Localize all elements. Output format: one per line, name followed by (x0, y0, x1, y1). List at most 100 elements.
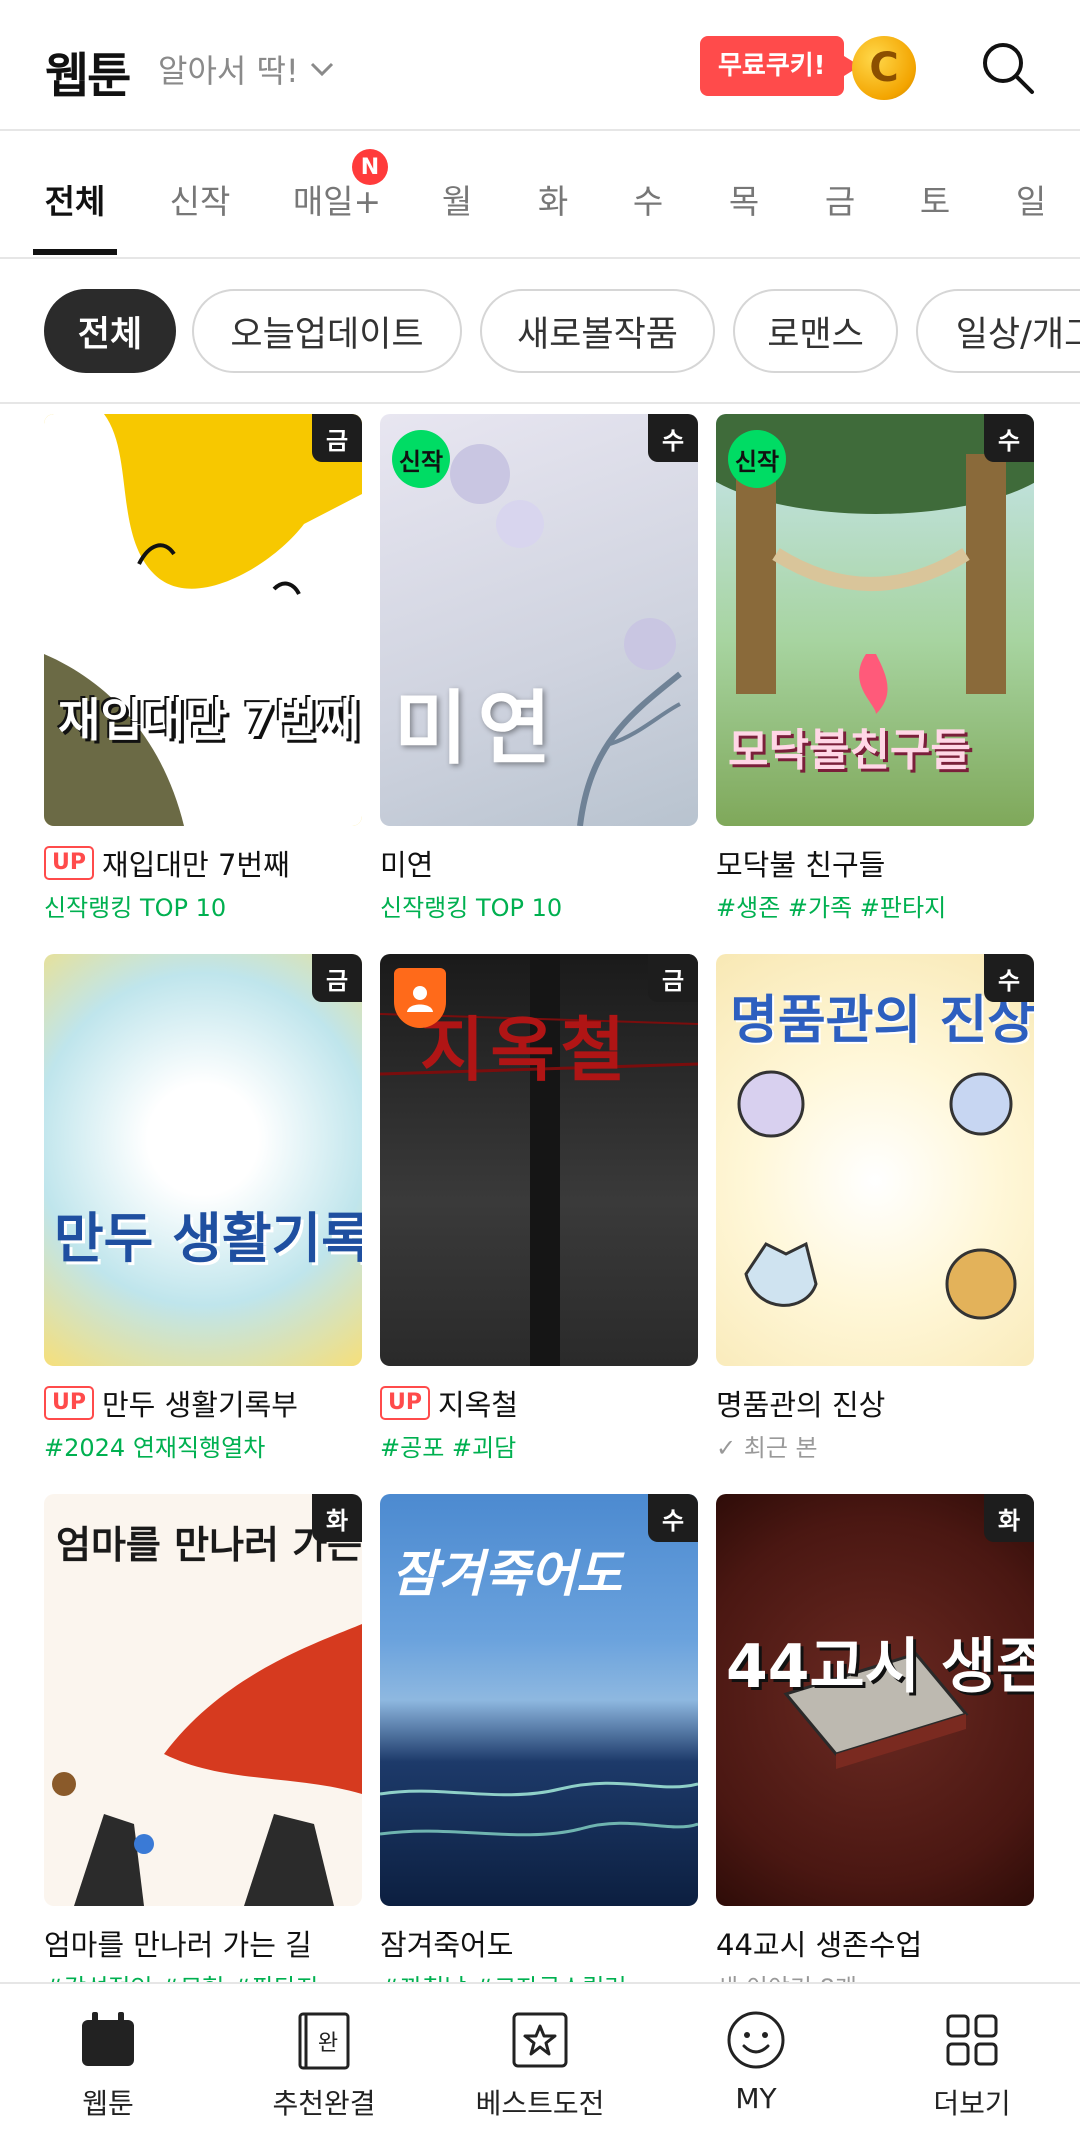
up-badge: UP (44, 846, 94, 880)
day-tag: 수 (984, 414, 1034, 462)
title-row: 엄마를 만나러 가는 길 (44, 1924, 362, 1962)
title-row: UP 만두 생활기록부 (44, 1384, 362, 1422)
nav-webtoon[interactable]: 웹툰 (0, 1984, 216, 2142)
up-badge: UP (44, 1386, 94, 1420)
chip-daily-comedy[interactable]: 일상/개그 (916, 289, 1080, 373)
tab-sunday[interactable]: 일 (1016, 175, 1046, 223)
day-tag: 금 (312, 954, 362, 1002)
thumbnail-title: 미연 (394, 682, 562, 775)
thumbnail-title: 재입대만 7번째 (58, 693, 360, 747)
chip-all[interactable]: 전체 (44, 289, 176, 373)
webtoon-title: 재입대만 7번째 (102, 848, 290, 882)
app-logo[interactable]: 웹툰 (45, 36, 131, 106)
check-icon: ✓ (716, 1434, 744, 1462)
title-row: 미연 (380, 844, 698, 882)
webtoon-card[interactable]: 모닥불친구들 신작 수 모닥불 친구들 #생존 #가족 #판타지 (716, 414, 1034, 923)
tab-wednesday[interactable]: 수 (633, 175, 663, 223)
recently-viewed-label: ✓ 최근 본 (716, 1428, 1034, 1463)
webtoon-thumbnail[interactable]: 만두 생활기록부 금 (44, 954, 362, 1366)
genre-filter-chips: 전체 오늘업데이트 새로볼작품 로맨스 일상/개그 (0, 259, 1080, 404)
chip-new-to-watch[interactable]: 새로볼작품 (480, 289, 715, 373)
search-icon[interactable] (978, 38, 1038, 98)
title-row: 잠겨죽어도 (380, 1924, 698, 1962)
nav-label: MY (735, 2082, 777, 2115)
nav-best-challenge[interactable]: 베스트도전 (432, 1984, 648, 2142)
webtoon-title: 만두 생활기록부 (102, 1388, 298, 1422)
webtoon-card[interactable]: 미연 신작 수 미연 신작랭킹 TOP 10 (380, 414, 698, 923)
mode-label: 알아서 딱! (158, 52, 299, 90)
webtoon-title: 엄마를 만나러 가는 길 (44, 1928, 312, 1962)
day-tabs: 전체 신작 매일+ N 월 화 수 목 금 토 일 (0, 131, 1080, 259)
webtoon-subtitle: #공포 #괴담 (380, 1434, 517, 1462)
tab-saturday[interactable]: 토 (920, 175, 950, 223)
tab-monday[interactable]: 월 (442, 175, 472, 223)
nav-label: 추천완결 (272, 2087, 376, 2120)
webtoon-title: 44교시 생존수업 (716, 1928, 923, 1962)
day-tag: 금 (648, 954, 698, 1002)
webtoon-title: 모닥불 친구들 (716, 848, 886, 882)
nav-my[interactable]: MY (648, 1984, 864, 2142)
nav-label: 더보기 (933, 2087, 1011, 2120)
webtoon-card[interactable]: 지옥철 금 UP 지옥철 #공포 #괴담 (380, 954, 698, 1463)
chip-today-update[interactable]: 오늘업데이트 (192, 289, 462, 373)
recommend-mode-dropdown[interactable]: 알아서 딱! (158, 46, 337, 92)
chevron-down-icon (310, 62, 333, 77)
webtoon-thumbnail[interactable]: 재입대만 7번째 금 (44, 414, 362, 826)
webtoon-thumbnail[interactable]: 지옥철 금 (380, 954, 698, 1366)
webtoon-card[interactable]: 명품관의 진상 수 명품관의 진상 ✓ 최근 본 (716, 954, 1034, 1463)
nav-label: 베스트도전 (475, 2087, 605, 2120)
webtoon-title: 지옥철 (438, 1388, 519, 1422)
tab-tuesday[interactable]: 화 (538, 175, 568, 223)
webtoon-thumbnail[interactable]: 잠겨죽어도 수 (380, 1494, 698, 1906)
day-tag: 화 (312, 1494, 362, 1542)
webtoon-subtitle: 최근 본 (743, 1434, 818, 1462)
age-restricted-icon (394, 968, 446, 1028)
day-tag: 수 (648, 414, 698, 462)
webtoon-card[interactable]: 44교시 생존수업 화 44교시 생존수업 새 이야기 8개 (716, 1494, 1034, 2003)
smile-icon (727, 2011, 785, 2069)
app-header: 웹툰 알아서 딱! 무료쿠키! C (0, 0, 1080, 131)
webtoon-card[interactable]: 엄마를 만나러 가는 길 화 엄마를 만나러 가는 길 #감성적인 #모험 #판… (44, 1494, 362, 2003)
tab-new[interactable]: 신작 (170, 175, 231, 223)
nav-more[interactable]: 더보기 (864, 1984, 1080, 2142)
chip-romance[interactable]: 로맨스 (733, 289, 898, 373)
thumbnail-art (44, 414, 362, 826)
calendar-icon (82, 2012, 134, 2066)
svg-text:완: 완 (318, 2031, 338, 2056)
new-series-tag: 신작 (728, 430, 786, 488)
title-row: 명품관의 진상 (716, 1384, 1034, 1422)
webtoon-subtitle: #생존 #가족 #판타지 (716, 894, 947, 922)
cookie-icon[interactable]: C (852, 36, 916, 100)
thumbnail-title: 지옥철 (420, 1009, 632, 1091)
webtoon-thumbnail[interactable]: 모닥불친구들 신작 수 (716, 414, 1034, 826)
webtoon-thumbnail[interactable]: 44교시 생존수업 화 (716, 1494, 1034, 1906)
thumbnail-title: 만두 생활기록부 (54, 1207, 362, 1270)
title-row: 44교시 생존수업 (716, 1924, 1034, 1962)
webtoon-card[interactable]: 잠겨죽어도 수 잠겨죽어도 #까칠남 #고자극스릴러 (380, 1494, 698, 2003)
webtoon-card[interactable]: 재입대만 7번째 금 UP 재입대만 7번째 신작랭킹 TOP 10 (44, 414, 362, 923)
star-box-icon (512, 2012, 568, 2068)
title-row: 모닥불 친구들 (716, 844, 1034, 882)
thumbnail-title: 잠겨죽어도 (392, 1545, 622, 1603)
tab-thursday[interactable]: 목 (729, 175, 759, 223)
day-tag: 화 (984, 1494, 1034, 1542)
day-tag: 금 (312, 414, 362, 462)
nav-recommended-completed[interactable]: 완 추천완결 (216, 1984, 432, 2142)
up-badge: UP (380, 1386, 430, 1420)
day-tag: 수 (984, 954, 1034, 1002)
webtoon-title: 명품관의 진상 (716, 1388, 886, 1422)
webtoon-subtitle: 신작랭킹 TOP 10 (380, 894, 563, 922)
completed-book-icon: 완 (298, 2012, 350, 2070)
title-row: UP 지옥철 (380, 1384, 698, 1422)
tab-all[interactable]: 전체 (45, 175, 106, 223)
webtoon-title: 잠겨죽어도 (380, 1928, 514, 1962)
webtoon-thumbnail[interactable]: 명품관의 진상 수 (716, 954, 1034, 1366)
nav-label: 웹툰 (82, 2087, 134, 2120)
thumbnail-title: 44교시 생존수업 (726, 1632, 1034, 1702)
active-tab-indicator (33, 249, 117, 255)
webtoon-thumbnail[interactable]: 미연 신작 수 (380, 414, 698, 826)
webtoon-thumbnail[interactable]: 엄마를 만나러 가는 길 화 (44, 1494, 362, 1906)
tab-friday[interactable]: 금 (825, 175, 855, 223)
webtoon-card[interactable]: 만두 생활기록부 금 UP 만두 생활기록부 #2024 연재직행열차 (44, 954, 362, 1463)
free-cookie-badge[interactable]: 무료쿠키! (700, 36, 860, 96)
